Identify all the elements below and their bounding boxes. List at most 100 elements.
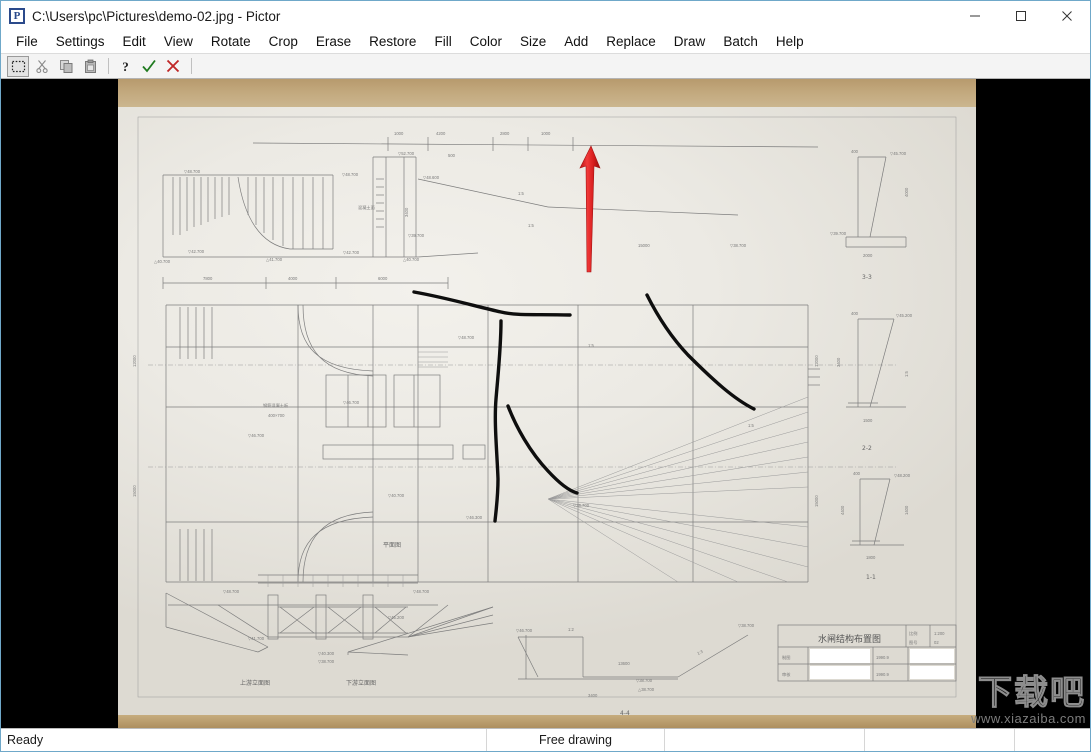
toolbar-separator-2 (191, 58, 192, 74)
select-region-button[interactable] (7, 55, 29, 77)
svg-text:▽45.200: ▽45.200 (896, 313, 913, 318)
svg-text:6000: 6000 (378, 276, 388, 281)
blueprint-linework: .l { fill:none; stroke:#7d7d7d; stroke-w… (132, 116, 957, 715)
svg-text:12000: 12000 (814, 355, 819, 367)
svg-text:1800: 1800 (866, 555, 876, 560)
status-message: Ready (1, 729, 487, 751)
svg-text:1:3: 1:3 (696, 649, 704, 656)
close-icon (1062, 11, 1072, 21)
svg-text:3400: 3400 (588, 693, 598, 698)
svg-text:4000: 4000 (904, 187, 909, 197)
menu-settings[interactable]: Settings (47, 32, 114, 52)
svg-text:▽48.700: ▽48.700 (223, 589, 240, 594)
site-watermark: 下载吧 www.xiazaiba.com (971, 676, 1086, 727)
menu-file[interactable]: File (7, 32, 47, 52)
copy-button[interactable] (55, 56, 77, 77)
maximize-button[interactable] (998, 1, 1044, 31)
menu-restore[interactable]: Restore (360, 32, 425, 52)
svg-text:上游立面图: 上游立面图 (240, 679, 270, 687)
svg-text:▽48.700: ▽48.700 (458, 335, 475, 340)
svg-text:▽48.600: ▽48.600 (423, 175, 440, 180)
svg-text:▽38.700: ▽38.700 (318, 659, 335, 664)
watermark-url: www.xiazaiba.com (971, 711, 1086, 726)
cancel-button[interactable] (162, 56, 184, 77)
svg-text:△38.700: △38.700 (638, 687, 655, 692)
minimize-button[interactable] (952, 1, 998, 31)
svg-text:图号: 图号 (909, 640, 917, 646)
svg-text:1:5: 1:5 (904, 371, 909, 377)
svg-text:比例: 比例 (909, 630, 917, 637)
help-button[interactable]: ? (114, 56, 136, 77)
svg-text:△40.700: △40.700 (154, 259, 171, 264)
select-region-icon (11, 60, 25, 72)
window-controls (952, 1, 1090, 31)
close-button[interactable] (1044, 1, 1090, 31)
paste-button[interactable] (79, 56, 101, 77)
menu-batch[interactable]: Batch (714, 32, 767, 52)
svg-text:1400: 1400 (904, 505, 909, 515)
svg-text:▽38.700: ▽38.700 (636, 678, 653, 683)
menu-edit[interactable]: Edit (114, 32, 155, 52)
svg-text:15000: 15000 (638, 243, 650, 248)
menu-rotate[interactable]: Rotate (202, 32, 260, 52)
svg-text:平面图: 平面图 (383, 542, 401, 549)
menu-help[interactable]: Help (767, 32, 813, 52)
paste-icon (84, 59, 96, 73)
svg-text:12000: 12000 (132, 355, 137, 367)
menu-view[interactable]: View (155, 32, 202, 52)
menu-size[interactable]: Size (511, 32, 555, 52)
svg-text:400: 400 (851, 149, 859, 154)
svg-text:水闸结构布置图: 水闸结构布置图 (818, 633, 881, 645)
svg-text:1:5: 1:5 (588, 343, 594, 348)
title-bar: P C:\Users\pc\Pictures\demo-02.jpg - Pic… (1, 1, 1090, 31)
app-logo-icon: P (9, 8, 25, 24)
photographed-blueprint-image[interactable]: .l { fill:none; stroke:#7d7d7d; stroke-w… (118, 79, 976, 728)
svg-text:1000: 1000 (541, 131, 551, 136)
svg-text:▽39.700: ▽39.700 (408, 233, 425, 238)
svg-text:1-1: 1-1 (866, 574, 876, 581)
svg-text:1:5: 1:5 (528, 223, 534, 228)
svg-text:下游立面图: 下游立面图 (346, 679, 376, 687)
svg-text:4400: 4400 (840, 505, 845, 515)
copy-icon (59, 59, 72, 73)
svg-text:▽40.700: ▽40.700 (388, 493, 405, 498)
window-title: C:\Users\pc\Pictures\demo-02.jpg - Picto… (32, 8, 281, 24)
cancel-cross-icon (166, 59, 180, 73)
svg-text:▽45.200: ▽45.200 (388, 615, 405, 620)
svg-text:▽45.700: ▽45.700 (890, 151, 907, 156)
svg-text:1:2: 1:2 (568, 627, 574, 632)
svg-text:400: 400 (853, 471, 861, 476)
svg-text:4000: 4000 (288, 276, 298, 281)
status-cell-5 (1015, 729, 1090, 751)
svg-text:▽48.700: ▽48.700 (413, 589, 430, 594)
svg-text:4-4: 4-4 (620, 710, 630, 715)
menu-crop[interactable]: Crop (260, 32, 307, 52)
svg-text:制图: 制图 (782, 654, 790, 661)
minimize-icon (970, 15, 980, 17)
cut-button[interactable] (31, 56, 53, 77)
status-cell-3 (665, 729, 865, 751)
status-cell-4 (865, 729, 1015, 751)
menu-erase[interactable]: Erase (307, 32, 360, 52)
svg-text:15000: 15000 (814, 495, 819, 507)
svg-text:1000: 1000 (394, 131, 404, 136)
menu-add[interactable]: Add (555, 32, 597, 52)
svg-text:▽52.700: ▽52.700 (398, 151, 415, 156)
svg-text:2800: 2800 (500, 131, 510, 136)
svg-text:1:5: 1:5 (518, 191, 524, 196)
svg-text:▽38.700: ▽38.700 (573, 503, 590, 508)
menu-draw[interactable]: Draw (665, 32, 715, 52)
image-canvas[interactable]: .l { fill:none; stroke:#7d7d7d; stroke-w… (1, 79, 1090, 728)
apply-button[interactable] (138, 56, 160, 77)
svg-text:钢筋混凝土板: 钢筋混凝土板 (263, 402, 289, 409)
menu-fill[interactable]: Fill (425, 32, 460, 52)
svg-text:审核: 审核 (782, 671, 791, 678)
svg-text:1:200: 1:200 (934, 631, 945, 636)
svg-text:?: ? (122, 59, 129, 74)
maximize-icon (1016, 11, 1026, 21)
svg-text:混凝土面: 混凝土面 (358, 204, 375, 211)
menu-replace[interactable]: Replace (597, 32, 665, 52)
confirm-check-icon (142, 59, 156, 73)
menu-color[interactable]: Color (461, 32, 511, 52)
cut-icon (35, 59, 48, 73)
